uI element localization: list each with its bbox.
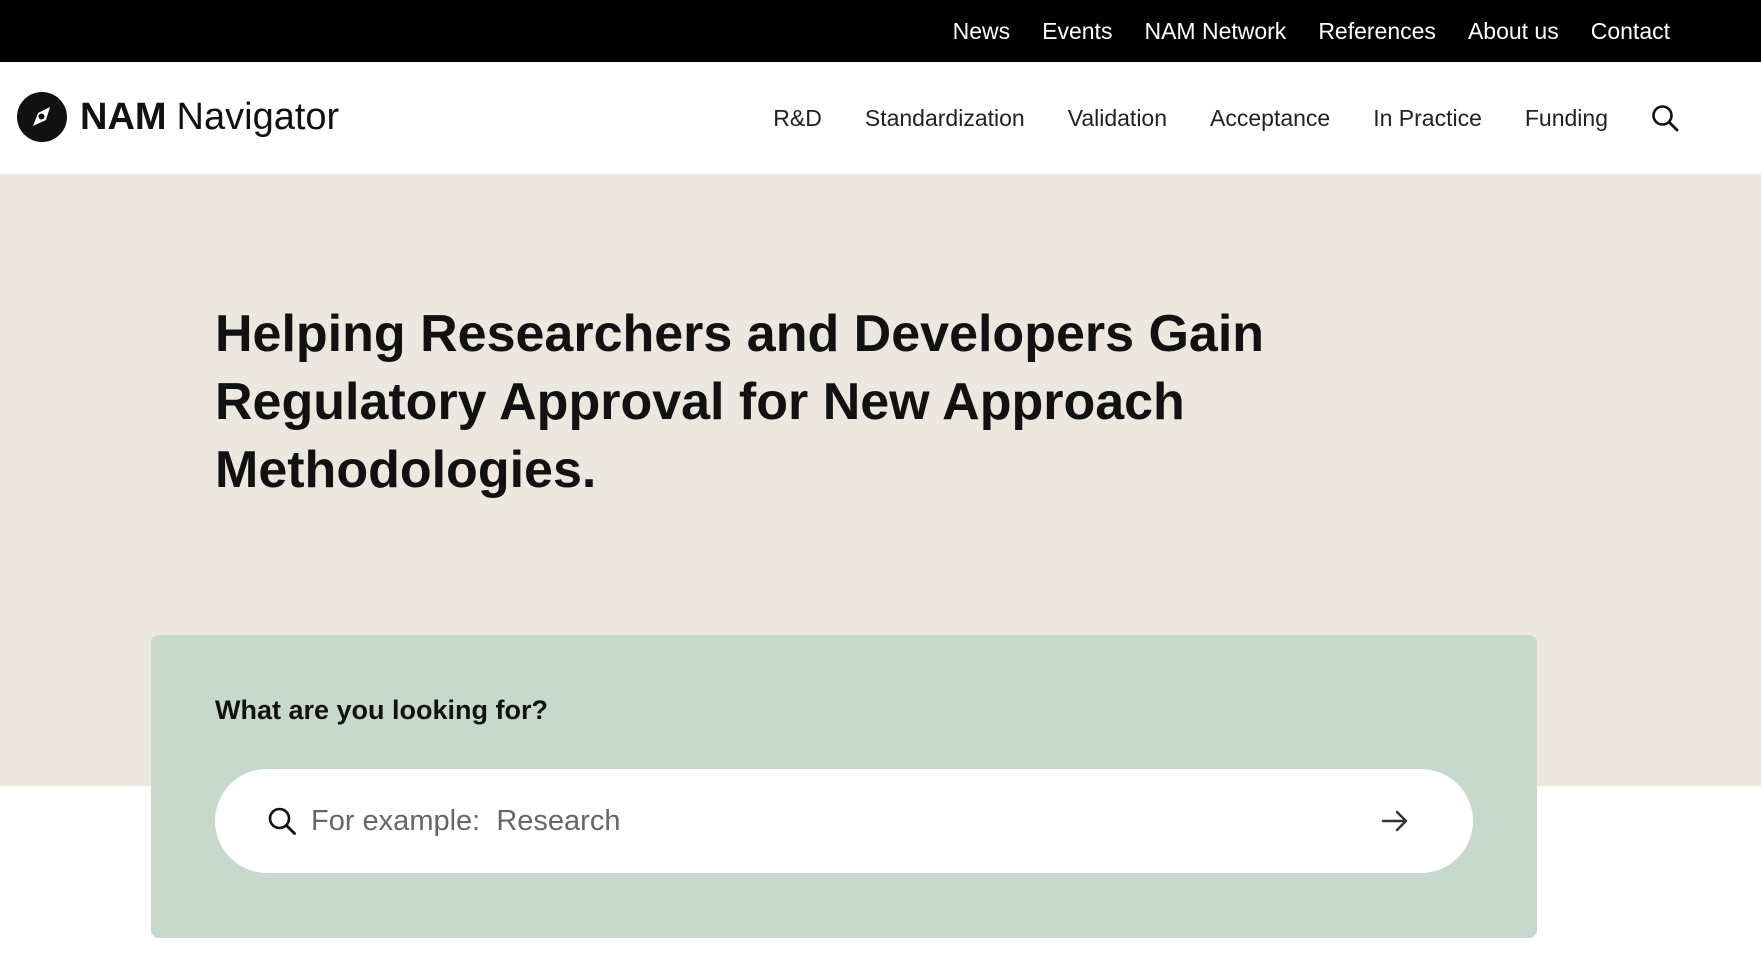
search-card: What are you looking for? xyxy=(151,635,1537,938)
nav-item-standardization[interactable]: Standardization xyxy=(865,105,1025,132)
utility-link-news[interactable]: News xyxy=(953,18,1011,45)
site-header: NAM Navigator R&D Standardization Validat… xyxy=(0,62,1761,174)
main-nav: R&D Standardization Validation Acceptanc… xyxy=(730,62,1680,174)
utility-link-about-us[interactable]: About us xyxy=(1468,18,1559,45)
utility-link-events[interactable]: Events xyxy=(1042,18,1112,45)
logo-wordmark: NAM Navigator xyxy=(80,96,339,139)
utility-nav: News Events NAM Network References About… xyxy=(953,0,1670,62)
search-submit-button[interactable] xyxy=(1379,806,1411,836)
nav-item-validation[interactable]: Validation xyxy=(1068,105,1167,132)
search-box xyxy=(215,769,1473,873)
nav-item-rd[interactable]: R&D xyxy=(773,105,822,132)
header-search-button[interactable] xyxy=(1650,103,1680,133)
search-icon xyxy=(1652,105,1679,132)
hero-title: Helping Researchers and Developers Gain … xyxy=(215,305,1265,499)
logo-text-light: Navigator xyxy=(176,95,340,138)
nav-item-in-practice[interactable]: In Practice xyxy=(1373,105,1482,132)
top-utility-bar: News Events NAM Network References About… xyxy=(0,0,1761,62)
search-input[interactable] xyxy=(311,791,1341,851)
nav-item-funding[interactable]: Funding xyxy=(1525,105,1608,132)
logo-text-bold: NAM xyxy=(80,95,167,138)
utility-link-nam-network[interactable]: NAM Network xyxy=(1144,18,1286,45)
nav-item-acceptance[interactable]: Acceptance xyxy=(1210,105,1330,132)
site-logo[interactable]: NAM Navigator xyxy=(17,92,339,142)
utility-link-contact[interactable]: Contact xyxy=(1591,18,1670,45)
compass-icon xyxy=(17,92,67,142)
search-heading: What are you looking for? xyxy=(215,695,549,725)
search-icon xyxy=(268,807,296,835)
arrow-right-icon xyxy=(1381,810,1408,832)
utility-link-references[interactable]: References xyxy=(1318,18,1436,45)
